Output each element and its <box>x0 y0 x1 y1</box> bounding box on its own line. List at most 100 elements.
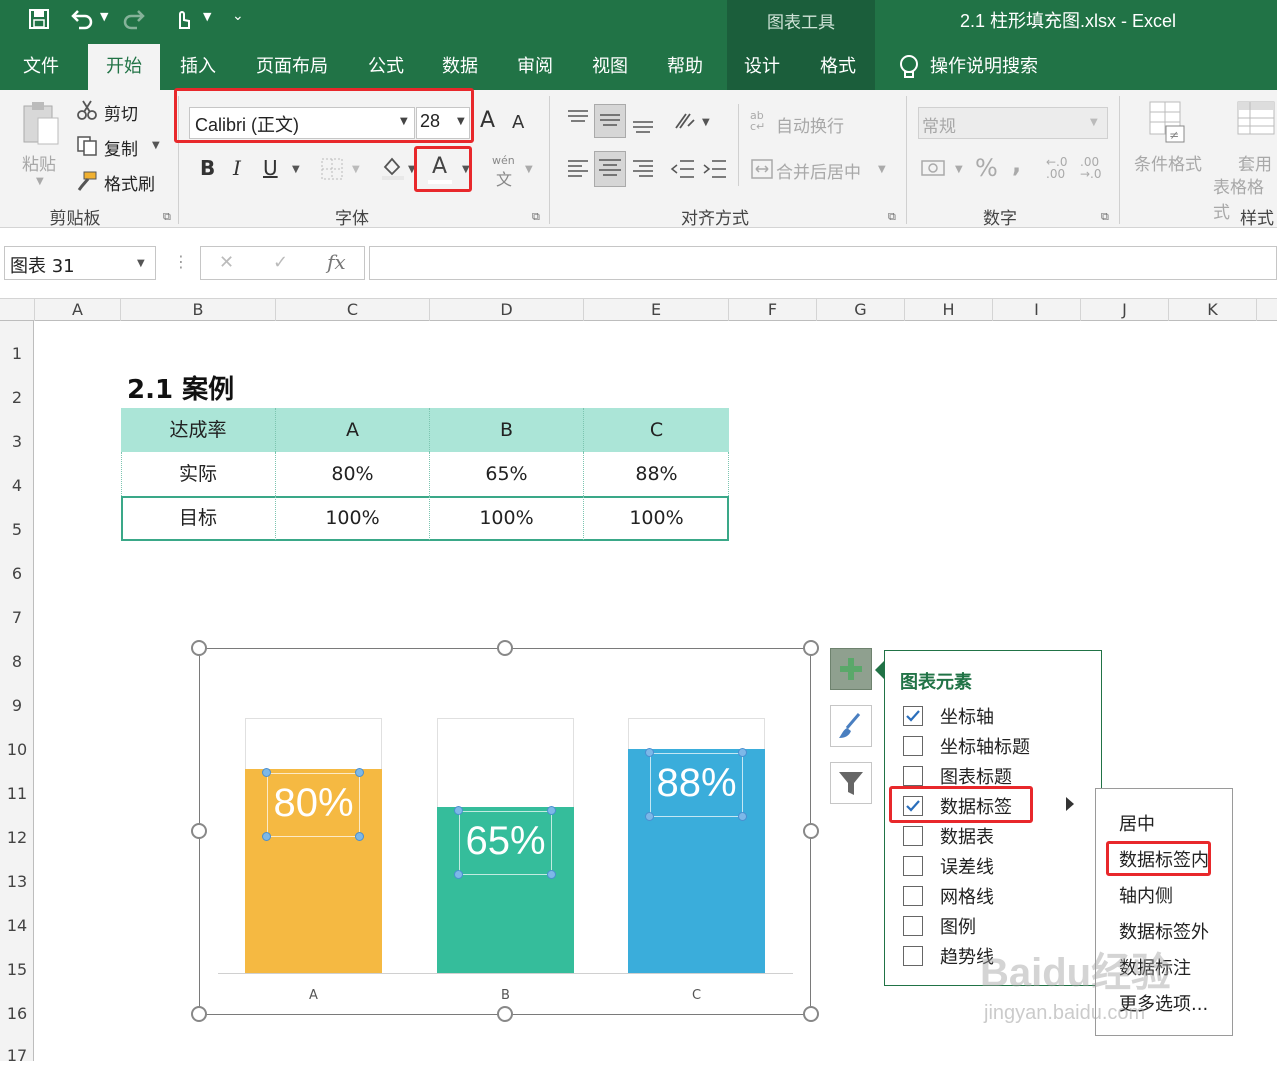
column-header[interactable]: I <box>993 299 1081 321</box>
label-handle[interactable] <box>355 832 364 841</box>
resize-handle[interactable] <box>191 823 207 839</box>
accounting-dropdown-icon[interactable]: ▼ <box>955 164 963 175</box>
table-cell[interactable]: 100% <box>584 496 729 540</box>
column-header[interactable]: A <box>35 299 121 321</box>
element-checkbox[interactable] <box>903 826 923 846</box>
column-header[interactable]: B <box>121 299 276 321</box>
column-header[interactable]: K <box>1169 299 1257 321</box>
table-header-cell[interactable]: A <box>276 408 430 452</box>
table-cell[interactable]: 目标 <box>121 496 276 540</box>
element-checkbox[interactable] <box>903 766 923 786</box>
column-header[interactable]: E <box>584 299 729 321</box>
row-header[interactable]: 10 <box>0 740 34 759</box>
percent-button[interactable]: % <box>975 154 998 182</box>
element-checkbox[interactable] <box>903 706 923 726</box>
column-header[interactable]: G <box>817 299 905 321</box>
align-center-button[interactable] <box>594 151 626 187</box>
tab-view[interactable]: 视图 <box>582 44 638 90</box>
tab-help[interactable]: 帮助 <box>657 44 713 90</box>
column-header[interactable]: J <box>1081 299 1169 321</box>
italic-button[interactable]: I <box>233 156 241 180</box>
customize-qat-icon[interactable]: ⌄ <box>232 8 244 24</box>
table-cell[interactable]: 65% <box>430 452 584 496</box>
tab-file[interactable]: 文件 <box>15 44 67 90</box>
element-checkbox[interactable] <box>903 856 923 876</box>
alignment-launcher-icon[interactable]: ⧉ <box>888 210 896 224</box>
bold-button[interactable]: B <box>200 156 215 180</box>
column-header[interactable]: C <box>276 299 430 321</box>
resize-handle[interactable] <box>191 640 207 656</box>
row-header[interactable]: 5 <box>0 520 34 539</box>
number-format-dropdown-icon[interactable]: ▼ <box>1090 117 1098 128</box>
table-header-cell[interactable]: 达成率 <box>121 408 276 452</box>
row-header[interactable]: 2 <box>0 388 34 407</box>
chart-elements-button[interactable] <box>830 648 872 690</box>
tab-page-layout[interactable]: 页面布局 <box>247 44 337 90</box>
row-header[interactable]: 8 <box>0 652 34 671</box>
element-label[interactable]: 坐标轴 <box>940 703 994 729</box>
increase-indent-icon[interactable] <box>702 157 728 185</box>
table-cell[interactable]: 88% <box>584 452 729 496</box>
row-header[interactable]: 4 <box>0 476 34 495</box>
increase-decimal-icon[interactable]: ←.0.00 <box>1046 156 1068 180</box>
submenu-item-inside-base[interactable]: 轴内侧 <box>1119 882 1173 908</box>
formula-input[interactable] <box>369 246 1277 280</box>
touch-dropdown-icon[interactable]: ▼ <box>203 10 211 23</box>
clipboard-launcher-icon[interactable]: ⧉ <box>163 210 171 224</box>
element-label[interactable]: 误差线 <box>940 853 994 879</box>
element-label[interactable]: 数据表 <box>940 823 994 849</box>
redo-icon[interactable] <box>122 8 146 35</box>
conditional-format-icon[interactable]: ≠ <box>1148 100 1190 148</box>
label-handle[interactable] <box>355 768 364 777</box>
tab-formulas[interactable]: 公式 <box>358 44 414 90</box>
element-label[interactable]: 坐标轴标题 <box>940 733 1030 759</box>
font-launcher-icon[interactable]: ⧉ <box>532 210 540 224</box>
paste-label[interactable]: 粘贴 <box>22 150 56 175</box>
touch-mode-icon[interactable] <box>172 8 192 35</box>
copy-dropdown-icon[interactable]: ▼ <box>152 140 160 151</box>
row-header[interactable]: 14 <box>0 916 34 935</box>
element-label[interactable]: 图例 <box>940 913 976 939</box>
decrease-indent-icon[interactable] <box>670 157 696 185</box>
row-header[interactable]: 15 <box>0 960 34 979</box>
decrease-decimal-icon[interactable]: .00 →.0 <box>1080 156 1102 180</box>
tab-home[interactable]: 开始 <box>88 44 160 90</box>
data-label[interactable]: 80% <box>257 781 370 826</box>
data-label[interactable]: 88% <box>640 761 753 806</box>
copy-button[interactable]: 复制 <box>104 135 138 160</box>
fill-color-icon[interactable] <box>380 155 406 185</box>
wrap-text-icon[interactable]: ab c↵ <box>750 110 765 132</box>
table-cell[interactable]: 实际 <box>121 452 276 496</box>
row-header[interactable]: 9 <box>0 696 34 715</box>
orientation-icon[interactable] <box>672 110 698 138</box>
shrink-font-icon[interactable]: A <box>512 112 524 133</box>
column-header[interactable]: D <box>430 299 584 321</box>
phonetic-dropdown-icon[interactable]: ▼ <box>525 164 533 175</box>
tell-me-search[interactable]: 操作说明搜索 <box>930 44 1054 90</box>
label-handle[interactable] <box>738 747 747 757</box>
resize-handle[interactable] <box>191 1006 207 1022</box>
resize-handle[interactable] <box>803 640 819 656</box>
chart-styles-button[interactable] <box>830 705 872 747</box>
element-checkbox[interactable] <box>903 916 923 936</box>
column-header[interactable]: H <box>905 299 993 321</box>
tab-insert[interactable]: 插入 <box>170 44 226 90</box>
row-header[interactable]: 11 <box>0 784 34 803</box>
undo-icon[interactable] <box>70 8 94 35</box>
underline-dropdown-icon[interactable]: ▼ <box>292 164 300 175</box>
wrap-text-button[interactable]: 自动换行 <box>776 112 844 137</box>
tab-data[interactable]: 数据 <box>432 44 488 90</box>
merge-center-icon[interactable] <box>750 158 774 184</box>
row-header[interactable]: 13 <box>0 872 34 891</box>
chart-filters-button[interactable] <box>830 762 872 804</box>
format-painter-button[interactable]: 格式刷 <box>104 170 155 195</box>
element-checkbox[interactable] <box>903 886 923 906</box>
table-cell[interactable]: 100% <box>430 496 584 540</box>
insert-function-icon[interactable]: fx <box>327 250 346 274</box>
align-middle-button[interactable] <box>594 104 626 138</box>
row-header[interactable]: 3 <box>0 432 34 451</box>
select-all-corner[interactable] <box>0 299 35 321</box>
table-format-label-1[interactable]: 套用 <box>1238 150 1272 175</box>
label-handle[interactable] <box>262 768 271 777</box>
table-cell[interactable]: 80% <box>276 452 430 496</box>
